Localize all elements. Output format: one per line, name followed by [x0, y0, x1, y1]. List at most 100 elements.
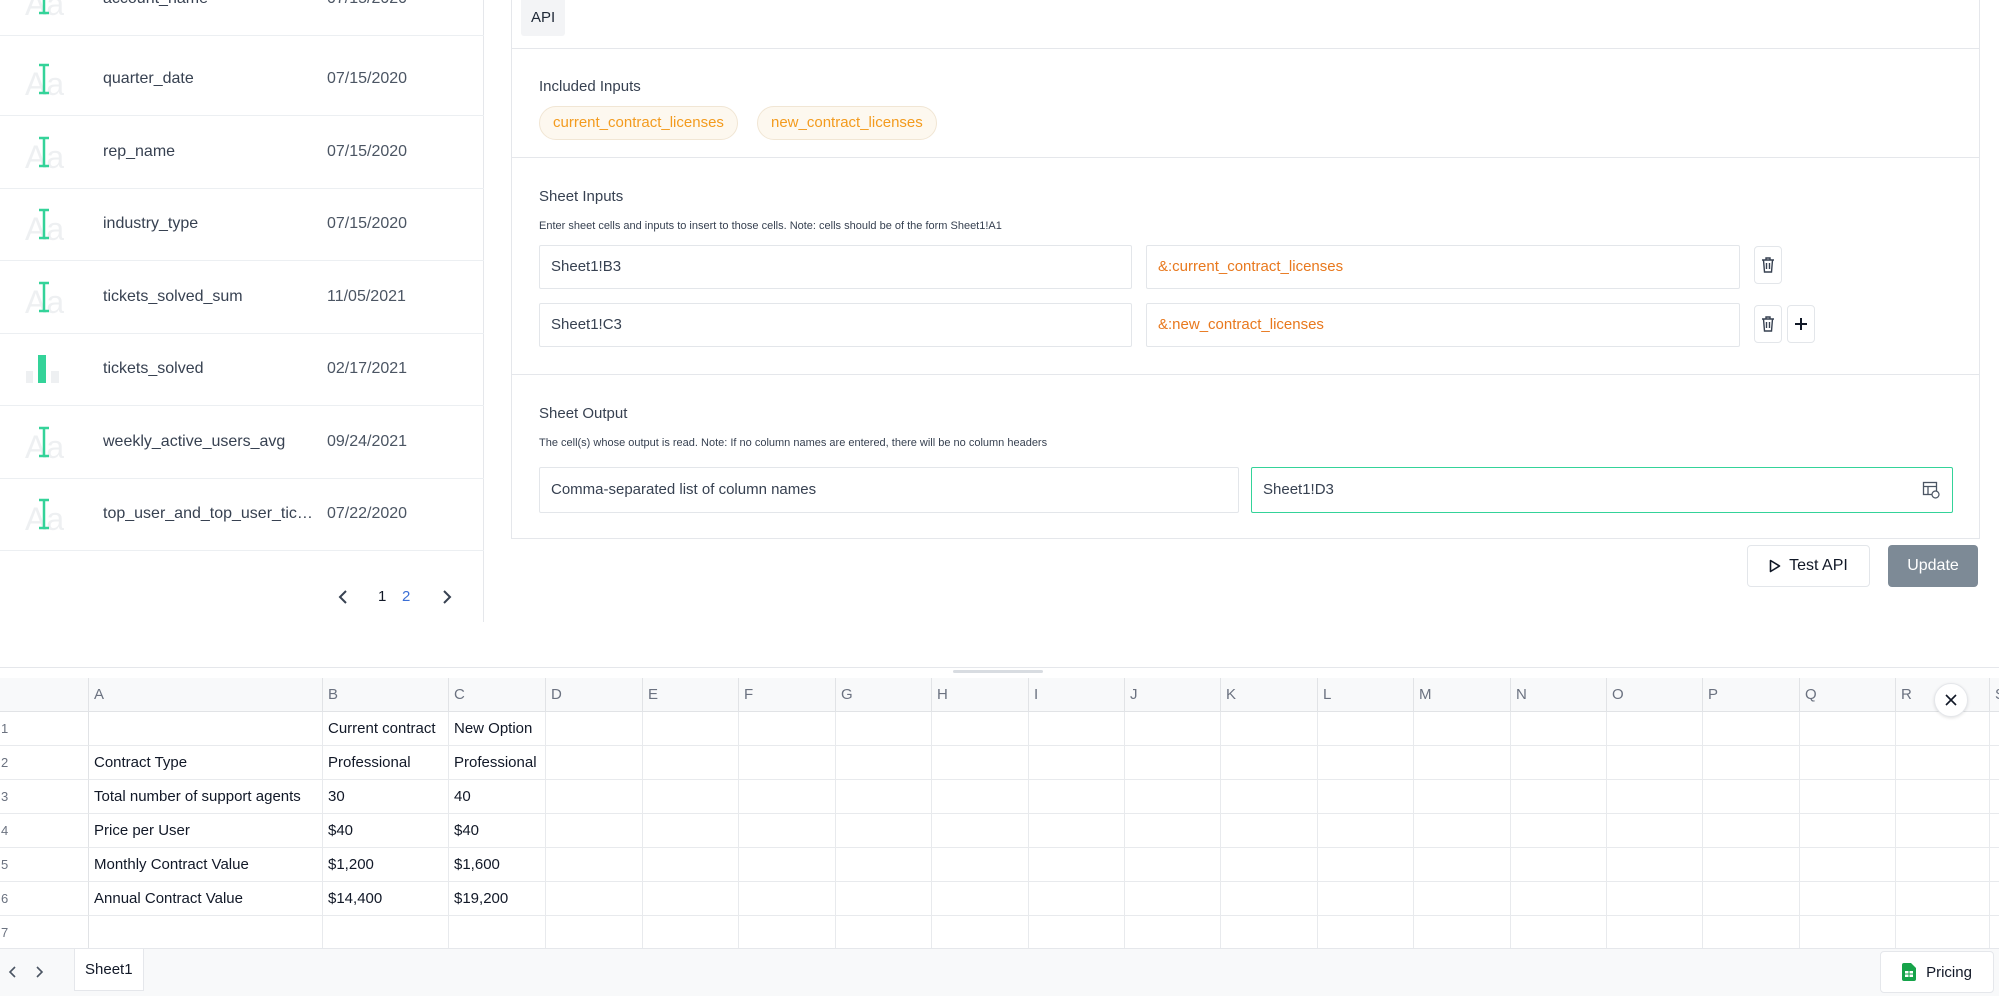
- column-names-input[interactable]: Comma-separated list of column names: [539, 467, 1239, 513]
- pricing-button[interactable]: Pricing: [1880, 951, 1994, 993]
- close-sheet-button[interactable]: [1934, 683, 1968, 717]
- field-row[interactable]: tickets_solved 02/17/2021: [0, 333, 484, 406]
- sheet-cell-input[interactable]: Sheet1!C3: [539, 303, 1132, 347]
- sheet-cell[interactable]: Annual Contract Value: [89, 882, 322, 916]
- column-header[interactable]: D: [546, 678, 643, 712]
- row-header[interactable]: 4: [0, 814, 89, 848]
- input-chip[interactable]: current_contract_licenses: [539, 106, 738, 140]
- field-row[interactable]: Aa weekly_active_users_avg 09/24/2021: [0, 406, 484, 479]
- sheet-cell[interactable]: $19,200: [449, 882, 545, 916]
- sheet-cell[interactable]: Professional: [449, 746, 545, 780]
- sheet-cell[interactable]: 30: [323, 780, 448, 814]
- column-header[interactable]: I: [1029, 678, 1125, 712]
- sheet-footer: Sheet1 Pricing: [0, 948, 1999, 996]
- sheet-cell[interactable]: Contract Type: [89, 746, 322, 780]
- text-type-icon: Aa: [24, 494, 64, 537]
- row-header[interactable]: 7: [0, 916, 89, 948]
- sheet-output-title: Sheet Output: [539, 405, 628, 422]
- sheet-tab[interactable]: Sheet1: [74, 949, 144, 991]
- sheet-cell[interactable]: [323, 916, 448, 948]
- column-header[interactable]: L: [1318, 678, 1414, 712]
- spreadsheet-grid[interactable]: ABCDEFGHIJKLMNOPQRS 1234567 Current contr…: [0, 678, 1999, 948]
- field-name: account_name: [103, 0, 315, 35]
- tab-api[interactable]: API: [521, 0, 566, 36]
- add-row-button[interactable]: [1787, 305, 1815, 343]
- page-1-button[interactable]: 1: [378, 586, 386, 608]
- google-sheets-icon: [1902, 963, 1917, 981]
- test-api-button[interactable]: Test API: [1747, 545, 1870, 587]
- field-row[interactable]: Aa tickets_solved_sum 11/05/2021: [0, 261, 484, 334]
- field-date: 11/05/2021: [327, 288, 406, 305]
- row-header[interactable]: 5: [0, 848, 89, 882]
- sheet-cell[interactable]: Professional: [323, 746, 448, 780]
- output-cell-input[interactable]: Sheet1!D3: [1251, 467, 1953, 513]
- sheet-cell[interactable]: $14,400: [323, 882, 448, 916]
- field-date: 07/15/2020: [327, 0, 407, 35]
- sheet-cell[interactable]: New Option: [449, 712, 545, 746]
- column-header[interactable]: J: [1125, 678, 1221, 712]
- sheet-cell[interactable]: Current contract: [323, 712, 448, 746]
- chevron-right-icon: [36, 966, 44, 978]
- sheet-cell[interactable]: $1,200: [323, 848, 448, 882]
- sheet-inputs-title: Sheet Inputs: [539, 188, 624, 205]
- input-chip[interactable]: new_contract_licenses: [757, 106, 937, 140]
- column-header[interactable]: F: [739, 678, 836, 712]
- chevron-left-icon: [8, 966, 16, 978]
- text-type-icon: Aa: [24, 277, 64, 320]
- delete-row-button[interactable]: [1754, 246, 1782, 284]
- mapped-input-field[interactable]: &:new_contract_licenses: [1146, 303, 1740, 347]
- sheet-cell[interactable]: $40: [323, 814, 448, 848]
- sheet-cell[interactable]: [89, 712, 322, 746]
- row-header[interactable]: 2: [0, 746, 89, 780]
- column-header[interactable]: Q: [1800, 678, 1896, 712]
- bar-chart-icon: [24, 349, 64, 389]
- sheet-cell-input[interactable]: Sheet1!B3: [539, 245, 1132, 289]
- page-2-button[interactable]: 2: [402, 586, 410, 608]
- sheet-cell[interactable]: Price per User: [89, 814, 322, 848]
- column-header[interactable]: S: [1990, 678, 1999, 712]
- sheet-cell[interactable]: 40: [449, 780, 545, 814]
- spreadsheet-cell-icon[interactable]: [1922, 481, 1940, 499]
- trash-icon: [1762, 257, 1774, 273]
- field-row[interactable]: Aa rep_name 07/15/2020: [0, 116, 484, 189]
- row-header[interactable]: 3: [0, 780, 89, 814]
- field-date: 07/15/2020: [327, 70, 408, 87]
- next-sheet-button[interactable]: [32, 963, 46, 986]
- field-row[interactable]: Aa quarter_date 07/15/2020: [0, 43, 484, 116]
- sheet-cell[interactable]: $1,600: [449, 848, 545, 882]
- column-header[interactable]: K: [1221, 678, 1318, 712]
- included-inputs-title: Included Inputs: [539, 78, 641, 95]
- column-header[interactable]: P: [1703, 678, 1800, 712]
- field-date: 07/22/2020: [327, 505, 408, 522]
- text-type-icon: Aa: [24, 132, 64, 175]
- prev-page-button[interactable]: [336, 586, 350, 608]
- row-header[interactable]: 1: [0, 712, 89, 746]
- column-header[interactable]: A: [89, 678, 323, 712]
- column-header[interactable]: G: [836, 678, 932, 712]
- sheet-cell[interactable]: [449, 916, 545, 948]
- sheet-inputs-description: Enter sheet cells and inputs to insert t…: [539, 220, 1002, 232]
- field-row[interactable]: Aa industry_type 07/15/2020: [0, 188, 484, 261]
- column-header[interactable]: O: [1607, 678, 1703, 712]
- text-type-icon: Aa: [24, 59, 64, 102]
- update-button[interactable]: Update: [1888, 545, 1978, 587]
- column-header[interactable]: C: [449, 678, 546, 712]
- prev-sheet-button[interactable]: [6, 963, 20, 986]
- next-page-button[interactable]: [440, 586, 454, 608]
- sheet-cell[interactable]: Total number of support agents: [89, 780, 322, 814]
- column-header[interactable]: H: [932, 678, 1029, 712]
- column-header[interactable]: N: [1511, 678, 1607, 712]
- resize-handle[interactable]: [953, 670, 1043, 673]
- mapped-input-field[interactable]: &:current_contract_licenses: [1146, 245, 1740, 289]
- row-header[interactable]: 6: [0, 882, 89, 916]
- field-row[interactable]: Aa top_user_and_top_user_tickets 07/22/202…: [0, 478, 484, 551]
- sheet-cell[interactable]: [89, 916, 322, 948]
- corner-cell[interactable]: [0, 678, 89, 712]
- sheet-cell[interactable]: $40: [449, 814, 545, 848]
- field-row[interactable]: Aa account_name 07/15/2020: [0, 0, 484, 36]
- column-header[interactable]: M: [1414, 678, 1511, 712]
- column-header[interactable]: E: [643, 678, 739, 712]
- sheet-cell[interactable]: Monthly Contract Value: [89, 848, 322, 882]
- column-header[interactable]: B: [323, 678, 449, 712]
- delete-row-button[interactable]: [1754, 305, 1782, 343]
